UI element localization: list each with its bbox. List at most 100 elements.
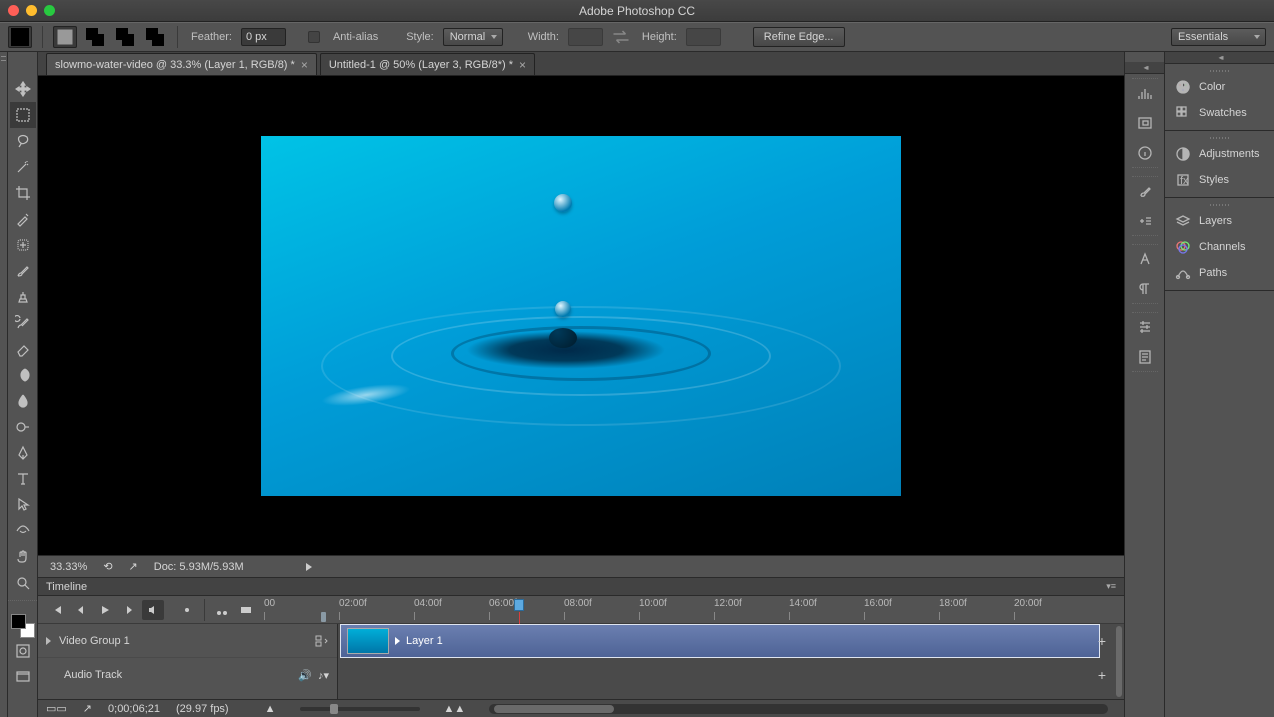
video-clip-layer1[interactable]: Layer 1 bbox=[340, 624, 1100, 658]
adjustments-panel[interactable]: Adjustments bbox=[1165, 141, 1274, 167]
intersect-selection-mode[interactable] bbox=[143, 26, 167, 48]
quick-mask-toggle[interactable] bbox=[10, 638, 36, 664]
collapse-panels-handle[interactable] bbox=[1165, 52, 1274, 64]
feather-label: Feather: bbox=[188, 31, 235, 43]
crop-tool[interactable] bbox=[10, 180, 36, 206]
foreground-background-color[interactable] bbox=[11, 614, 35, 638]
fps: (29.97 fps) bbox=[176, 703, 229, 715]
anti-alias-checkbox[interactable] bbox=[308, 31, 320, 43]
timeline-vscrollbar[interactable] bbox=[1116, 626, 1122, 697]
zoom-out-icon[interactable]: ▲ bbox=[265, 703, 276, 715]
swap-dimensions-icon[interactable] bbox=[609, 26, 633, 48]
status-bar: 33.33% ⟲ ↗ Doc: 5.93M/5.93M bbox=[38, 555, 1124, 577]
clone-stamp-tool[interactable] bbox=[10, 284, 36, 310]
brush-presets-icon[interactable] bbox=[1135, 181, 1155, 201]
move-tool[interactable] bbox=[10, 76, 36, 102]
zoom-tool[interactable] bbox=[10, 570, 36, 596]
pen-tool[interactable] bbox=[10, 440, 36, 466]
audio-options-icon[interactable]: ♪▾ bbox=[318, 669, 329, 682]
zoom-level[interactable]: 33.33% bbox=[50, 561, 87, 573]
new-selection-mode[interactable] bbox=[53, 26, 77, 48]
doc-info[interactable]: Doc: 5.93M/5.93M bbox=[154, 561, 244, 573]
channels-panel[interactable]: Channels bbox=[1165, 234, 1274, 260]
document-tabs: slowmo-water-video @ 33.3% (Layer 1, RGB… bbox=[38, 52, 1124, 76]
timeline-hscrollbar[interactable] bbox=[489, 704, 1108, 714]
color-panel[interactable]: Color bbox=[1165, 74, 1274, 100]
export-icon[interactable]: ↗ bbox=[129, 560, 138, 573]
timecode[interactable]: 0;00;06;21 bbox=[108, 703, 160, 715]
video-group-track[interactable]: Video Group 1 bbox=[38, 624, 337, 658]
eraser-tool[interactable] bbox=[10, 336, 36, 362]
timeline-zoom-slider[interactable] bbox=[300, 707, 420, 711]
magic-wand-tool[interactable] bbox=[10, 154, 36, 180]
paths-panel[interactable]: Paths bbox=[1165, 260, 1274, 286]
close-tab-icon[interactable]: × bbox=[301, 58, 308, 72]
healing-brush-tool[interactable] bbox=[10, 232, 36, 258]
next-frame-button[interactable] bbox=[118, 600, 140, 620]
character-icon[interactable] bbox=[1135, 249, 1155, 269]
gradient-tool[interactable] bbox=[10, 362, 36, 388]
refine-edge-button[interactable]: Refine Edge... bbox=[753, 27, 845, 47]
document-tab-2[interactable]: Untitled-1 @ 50% (Layer 3, RGB/8*) *× bbox=[320, 53, 535, 75]
subtract-selection-mode[interactable] bbox=[113, 26, 137, 48]
dodge-tool[interactable] bbox=[10, 414, 36, 440]
style-select[interactable]: Normal bbox=[443, 28, 503, 46]
add-audio-track-button[interactable]: + bbox=[1092, 665, 1112, 685]
zoom-in-icon[interactable]: ▲▲ bbox=[444, 703, 466, 715]
type-tool[interactable] bbox=[10, 466, 36, 492]
properties-icon[interactable] bbox=[1135, 317, 1155, 337]
feather-input[interactable] bbox=[241, 28, 286, 46]
first-frame-button[interactable] bbox=[46, 600, 68, 620]
timeline-settings-button[interactable] bbox=[176, 600, 198, 620]
timeline-export-icon[interactable]: ↗ bbox=[83, 702, 92, 715]
histogram-icon[interactable] bbox=[1135, 83, 1155, 103]
screen-mode-toggle[interactable] bbox=[10, 664, 36, 690]
workspace-switcher[interactable]: Essentials bbox=[1171, 28, 1266, 46]
expand-track-icon[interactable] bbox=[46, 637, 51, 645]
document-tab-1[interactable]: slowmo-water-video @ 33.3% (Layer 1, RGB… bbox=[46, 53, 317, 75]
history-brush-tool[interactable] bbox=[10, 310, 36, 336]
add-video-track-button[interactable]: + bbox=[1092, 631, 1112, 651]
timeline-menu-icon[interactable]: ▾≡ bbox=[1106, 581, 1116, 592]
path-selection-tool[interactable] bbox=[10, 492, 36, 518]
prev-frame-button[interactable] bbox=[70, 600, 92, 620]
swatches-panel[interactable]: Swatches bbox=[1165, 100, 1274, 126]
blur-tool[interactable] bbox=[10, 388, 36, 414]
status-play-icon[interactable] bbox=[306, 563, 312, 571]
timeline-header[interactable]: Timeline ▾≡ bbox=[38, 578, 1124, 596]
playhead[interactable] bbox=[514, 599, 524, 611]
work-area-start[interactable] bbox=[321, 612, 326, 622]
lasso-tool[interactable] bbox=[10, 128, 36, 154]
svg-text:fx: fx bbox=[1180, 175, 1189, 187]
info-icon[interactable] bbox=[1135, 143, 1155, 163]
canvas-area[interactable] bbox=[38, 76, 1124, 555]
audio-track[interactable]: Audio Track 🔊 ♪▾ bbox=[38, 658, 337, 692]
canvas[interactable] bbox=[261, 136, 901, 496]
rectangle-tool[interactable] bbox=[10, 518, 36, 544]
styles-panel[interactable]: fxStyles bbox=[1165, 167, 1274, 193]
timeline-options-icon[interactable]: ▭▭ bbox=[46, 702, 67, 715]
paragraph-icon[interactable] bbox=[1135, 279, 1155, 299]
add-selection-mode[interactable] bbox=[83, 26, 107, 48]
transition-button[interactable] bbox=[235, 600, 257, 620]
audio-mute-icon[interactable]: 🔊 bbox=[298, 669, 312, 682]
marquee-tool-preset[interactable] bbox=[8, 26, 32, 48]
layers-panel[interactable]: Layers bbox=[1165, 208, 1274, 234]
timeline-track-area[interactable]: Layer 1 + + bbox=[338, 624, 1124, 699]
split-clip-button[interactable] bbox=[211, 600, 233, 620]
hand-tool[interactable] bbox=[10, 544, 36, 570]
timeline-ruler[interactable]: 00 02:00f 04:00f 06:00f 08:00f 10:00f 12… bbox=[259, 596, 1116, 624]
foreground-color[interactable] bbox=[11, 614, 26, 629]
view-rotation-icon[interactable]: ⟲ bbox=[103, 560, 112, 573]
eyedropper-tool[interactable] bbox=[10, 206, 36, 232]
brush-tool[interactable] bbox=[10, 258, 36, 284]
collapse-handle[interactable] bbox=[1125, 62, 1164, 74]
track-options-icon[interactable] bbox=[315, 635, 329, 647]
close-tab-icon[interactable]: × bbox=[519, 58, 526, 72]
rectangular-marquee-tool[interactable] bbox=[10, 102, 36, 128]
notes-icon[interactable] bbox=[1135, 347, 1155, 367]
mute-button[interactable] bbox=[142, 600, 164, 620]
play-button[interactable] bbox=[94, 600, 116, 620]
clone-source-icon[interactable] bbox=[1135, 211, 1155, 231]
navigator-icon[interactable] bbox=[1135, 113, 1155, 133]
